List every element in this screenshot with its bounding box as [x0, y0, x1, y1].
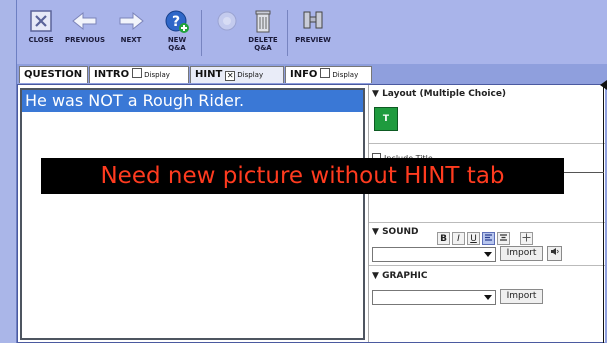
- delete-qa-button[interactable]: DELETE Q&A: [241, 6, 285, 62]
- trash-icon: [243, 6, 283, 36]
- delete-qa-label: DELETE Q&A: [248, 36, 278, 52]
- binoculars-icon: [293, 6, 333, 36]
- content-area: He was NOT a Rough Rider. ▼ Layout (Mult…: [17, 84, 605, 343]
- arrow-left-icon: [65, 6, 105, 36]
- tab-question-label: QUESTION: [24, 69, 83, 80]
- arrow-right-icon: [111, 6, 151, 36]
- new-qa-button[interactable]: ? NEW Q&A: [155, 6, 199, 62]
- tab-hint-label: HINT: [195, 69, 223, 80]
- graphic-select[interactable]: [372, 290, 496, 305]
- graphic-header-label: GRAPHIC: [382, 271, 428, 281]
- close-label: CLOSE: [28, 36, 54, 44]
- svg-text:?: ?: [172, 14, 180, 30]
- tab-question[interactable]: QUESTION: [19, 66, 88, 83]
- intro-display-label: Display: [144, 71, 170, 79]
- chevron-down-icon: [484, 295, 492, 300]
- speaker-icon: [551, 248, 559, 255]
- info-display-label: Display: [332, 71, 359, 79]
- info-display-checkbox[interactable]: [320, 68, 331, 78]
- toolbar-divider-2: [287, 10, 288, 56]
- sound-import-button[interactable]: Import: [500, 246, 543, 261]
- chevron-down-icon: [484, 252, 492, 257]
- preview-button[interactable]: PREVIEW: [291, 6, 335, 62]
- layout-text-button[interactable]: T: [374, 107, 398, 131]
- bold-button[interactable]: B: [437, 232, 450, 245]
- tab-hint[interactable]: HINT ✕ Display: [190, 66, 284, 83]
- selected-hint-text[interactable]: He was NOT a Rough Rider.: [22, 90, 363, 112]
- layout-header-label: Layout (Multiple Choice): [382, 89, 507, 99]
- toolbar: CLOSE PREVIOUS NEXT ? NEW Q&A DELETE Q&A: [17, 0, 607, 64]
- layout-header[interactable]: ▼ Layout (Multiple Choice): [372, 89, 506, 99]
- next-label: NEXT: [120, 36, 142, 44]
- previous-button[interactable]: PREVIOUS: [63, 6, 107, 62]
- move-icon[interactable]: [520, 232, 533, 245]
- annotation-note: Need new picture without HINT tab: [41, 158, 564, 194]
- toolbar-divider: [201, 10, 202, 56]
- speaker-button[interactable]: [547, 246, 562, 261]
- preview-label: PREVIEW: [295, 36, 331, 44]
- italic-button[interactable]: I: [452, 232, 465, 245]
- tab-bar: QUESTION INTRO Display HINT ✕ Display INFO D…: [17, 64, 607, 84]
- annotation-line: [564, 172, 604, 173]
- left-rail: [0, 0, 17, 343]
- divider: [369, 143, 605, 144]
- sound-header[interactable]: ▼ SOUND: [372, 227, 419, 237]
- new-qa-label: NEW Q&A: [167, 36, 187, 52]
- tab-intro-label: INTRO: [94, 69, 130, 80]
- close-button[interactable]: CLOSE: [19, 6, 63, 62]
- divider: [369, 222, 605, 223]
- graphic-import-button[interactable]: Import: [500, 289, 543, 304]
- properties-panel: ▼ Layout (Multiple Choice) T Include Tit…: [368, 85, 605, 342]
- sound-select[interactable]: [372, 247, 496, 262]
- sound-header-label: SOUND: [382, 227, 419, 237]
- hint-display-checkbox[interactable]: ✕: [225, 71, 236, 81]
- tab-intro[interactable]: INTRO Display: [89, 66, 189, 83]
- tab-info[interactable]: INFO Display: [285, 66, 372, 83]
- hint-display-label: Display: [237, 71, 264, 79]
- divider: [369, 265, 605, 266]
- align-center-button[interactable]: [497, 232, 510, 245]
- previous-label: PREVIOUS: [64, 36, 105, 44]
- new-qa-icon: ?: [157, 6, 197, 36]
- underline-button[interactable]: U: [467, 232, 480, 245]
- align-left-button[interactable]: [482, 232, 495, 245]
- right-border: [603, 84, 604, 343]
- close-icon: [21, 6, 61, 36]
- tab-info-label: INFO: [290, 69, 318, 80]
- intro-display-checkbox[interactable]: [132, 68, 143, 78]
- hint-editor[interactable]: He was NOT a Rough Rider.: [20, 88, 365, 340]
- next-button[interactable]: NEXT: [109, 6, 153, 62]
- graphic-header[interactable]: ▼ GRAPHIC: [372, 271, 427, 281]
